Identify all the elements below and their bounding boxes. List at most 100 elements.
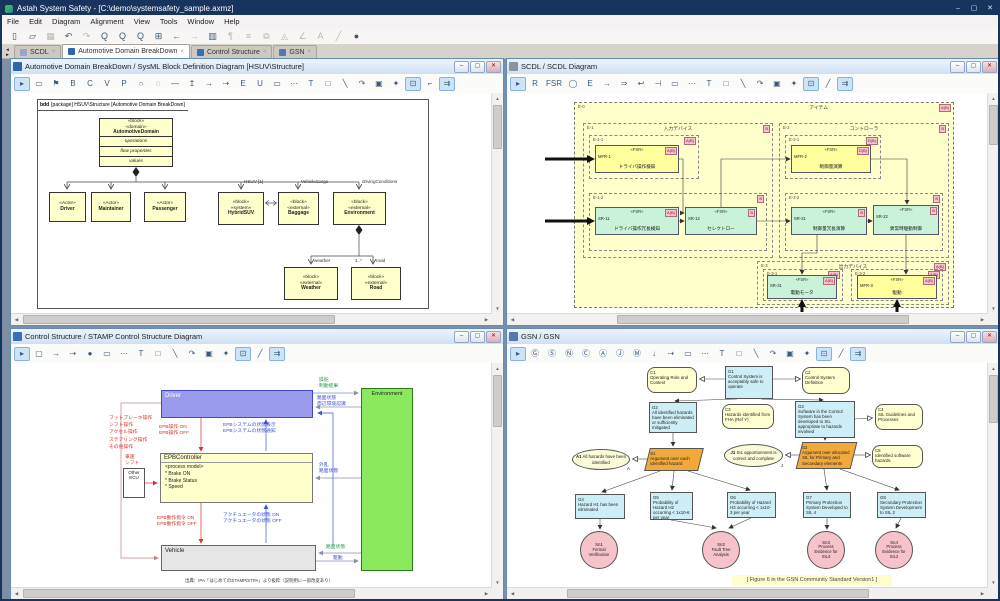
stamp-canvas[interactable]: Driver Environment EPBController <proces…	[11, 363, 492, 588]
scrollbar-thumb[interactable]	[493, 375, 502, 427]
bdd-block-road[interactable]: «block» «external» Road	[351, 267, 401, 300]
gsn-tool-context[interactable]: Ⓒ	[578, 347, 594, 361]
gsn-solution-sn2[interactable]: Sn2 Fault Tree Analysis	[702, 531, 740, 569]
scroll-left-icon[interactable]: ◀	[507, 314, 518, 325]
close-button[interactable]: ✕	[486, 331, 501, 343]
scdl-tool-connector[interactable]: ╱	[820, 77, 836, 91]
close-button[interactable]: ✕	[982, 2, 998, 15]
tab-control-structure[interactable]: Control Structure ×	[191, 45, 272, 58]
scdl-tool-select[interactable]: ▸	[510, 77, 526, 91]
stamp-tool-feedback[interactable]: ⇢	[65, 347, 81, 361]
gsn-tool-select[interactable]: ▸	[510, 347, 526, 361]
gsn-solution-sn3[interactable]: Sn3 Process Evidence for SIL4	[807, 531, 845, 569]
menu-item-view[interactable]: View	[129, 17, 155, 26]
stamp-box-other-ecu[interactable]: Other ECU	[123, 468, 145, 498]
gsn-assumption-a1[interactable]: A1 All hazards have been identified A	[572, 449, 630, 470]
stamp-tool-grid[interactable]: ⊡	[235, 347, 251, 361]
close-button[interactable]: ✕	[486, 61, 501, 73]
scroll-down-icon[interactable]: ▼	[492, 303, 503, 314]
gsn-solution-sn1[interactable]: Sn1 Formal Verification	[580, 531, 618, 569]
scroll-down-icon[interactable]: ▼	[492, 577, 503, 588]
tab-scdl[interactable]: SCDL ×	[14, 45, 61, 58]
bdd-tool-note[interactable]: ▭	[269, 77, 285, 91]
gsn-goal-g5[interactable]: G5 Probability of Hazard H2 occurring < …	[650, 492, 693, 520]
scroll-up-icon[interactable]: ▲	[492, 363, 503, 374]
toolbar-copy-style[interactable]: ⧉	[258, 29, 275, 44]
bdd-block-weather[interactable]: «block» «external» Weather	[284, 267, 338, 300]
gsn-tool-solution[interactable]: Ⓝ	[561, 347, 577, 361]
stamp-tool-control-action[interactable]: →	[48, 347, 64, 361]
toolbar-zoom-in[interactable]: Q	[96, 29, 113, 44]
bdd-tool-port[interactable]: P	[116, 77, 132, 91]
stamp-box-epbcontroller[interactable]: EPBController <process model> * Brake ON…	[160, 453, 313, 503]
menu-item-alignment[interactable]: Alignment	[85, 17, 128, 26]
toolbar-line[interactable]: ╱	[330, 29, 347, 44]
stamp-box-vehicle[interactable]: Vehicle	[161, 545, 316, 571]
scrollbar-thumb[interactable]	[567, 589, 869, 598]
toolbar-undo[interactable]: ↶	[60, 29, 77, 44]
stamp-tool-component[interactable]: ▢	[31, 347, 47, 361]
bdd-tool-block[interactable]: B	[65, 77, 81, 91]
scdl-tool-text[interactable]: T	[701, 77, 717, 91]
gsn-tool-note[interactable]: ▭	[680, 347, 696, 361]
bdd-tool-part[interactable]: ○	[133, 77, 149, 91]
gsn-tool-laser-pointer[interactable]: ✦	[799, 347, 815, 361]
tab-close-icon[interactable]: ×	[52, 49, 56, 55]
stamp-tool-text[interactable]: T	[133, 347, 149, 361]
toolbar-fill-color[interactable]: ◬	[276, 29, 293, 44]
bdd-tool-anchor[interactable]: ⋯	[286, 77, 302, 91]
gsn-strategy-s2[interactable]: S2 Argument over allocated SIL for Prima…	[796, 442, 858, 469]
bdd-actor-maintainer[interactable]: «Actor» Maintainer	[91, 192, 131, 222]
bdd-tool-item-flow[interactable]: ↥	[184, 77, 200, 91]
maximize-button[interactable]: ▢	[470, 61, 485, 73]
bdd-block-baggage[interactable]: «block» «external» Baggage	[278, 192, 319, 225]
bdd-tool-association[interactable]: →	[201, 77, 217, 91]
stamp-tool-dot[interactable]: ●	[82, 347, 98, 361]
tab-gsn[interactable]: GSN ×	[273, 45, 317, 58]
scdl-canvas[interactable]: E-0 アイテム A(B) E-1 入力デバイス B E-1-1 A(B) E-…	[507, 93, 988, 314]
bdd-tool-rect[interactable]: □	[320, 77, 336, 91]
bdd-actor-driver[interactable]: «Actor» Driver	[49, 192, 86, 222]
bdd-tool-dependency[interactable]: ⇢	[218, 77, 234, 91]
bdd-tool-image[interactable]: ▣	[371, 77, 387, 91]
gsn-tool-in-context-of[interactable]: ⇢	[663, 347, 679, 361]
minimize-button[interactable]: –	[950, 2, 966, 15]
minimize-button[interactable]: –	[454, 331, 469, 343]
bdd-tool-select[interactable]: ▸	[14, 77, 30, 91]
maximize-button[interactable]: ▢	[966, 331, 981, 343]
scdl-tool-laser-pointer[interactable]: ✦	[786, 77, 802, 91]
gsn-tool-grid[interactable]: ⊡	[816, 347, 832, 361]
scroll-up-icon[interactable]: ▲	[988, 93, 999, 104]
toolbar-diagram-overview[interactable]: ▥	[204, 29, 221, 44]
toolbar-new[interactable]: ▯	[6, 29, 23, 44]
scroll-up-icon[interactable]: ▲	[492, 93, 503, 104]
close-button[interactable]: ✕	[982, 331, 997, 343]
stamp-tool-auto-align[interactable]: ⇉	[269, 347, 285, 361]
scdl-tool-grid[interactable]: ⊡	[803, 77, 819, 91]
toolbar-line-jump[interactable]: ≡	[240, 29, 257, 44]
bdd-tool-pin[interactable]: ⚑	[48, 77, 64, 91]
gsn-goal-g3[interactable]: G3 Software in the Control System has be…	[795, 401, 855, 438]
stamp-tool-anchor[interactable]: ⋯	[116, 347, 132, 361]
stamp-box-environment[interactable]: Environment	[361, 388, 413, 571]
scdl-tool-element[interactable]: E	[582, 77, 598, 91]
scroll-down-icon[interactable]: ▼	[988, 577, 999, 588]
gsn-justification-j1[interactable]: J1 SIL apportionment is correct and comp…	[724, 444, 783, 467]
menu-item-diagram[interactable]: Diagram	[47, 17, 85, 26]
scrollbar-thumb[interactable]	[989, 375, 998, 423]
scroll-right-icon[interactable]: ▶	[977, 314, 988, 325]
gsn-context-c4[interactable]: C4 SIL Guidelines and Processes	[875, 404, 923, 430]
toolbar-line-color[interactable]: ∠	[294, 29, 311, 44]
gsn-window-titlebar[interactable]: GSN / GSN – ▢ ✕	[507, 329, 999, 345]
bdd-tool-package[interactable]: ▭	[31, 77, 47, 91]
toolbar-text-tool[interactable]: ¶	[222, 29, 239, 44]
bdd-tool-laser-pointer[interactable]: ✦	[388, 77, 404, 91]
gsn-tool-image[interactable]: ▣	[782, 347, 798, 361]
menu-item-tools[interactable]: Tools	[155, 17, 183, 26]
scroll-left-icon[interactable]: ◀	[507, 588, 518, 599]
gsn-tool-supported-by[interactable]: ↓	[646, 347, 662, 361]
scroll-down-icon[interactable]: ▼	[988, 303, 999, 314]
scrollbar-thumb[interactable]	[23, 315, 335, 324]
close-button[interactable]: ✕	[982, 61, 997, 73]
bdd-canvas[interactable]: bdd [package] HSUV\Structure [Automotive…	[11, 93, 492, 314]
